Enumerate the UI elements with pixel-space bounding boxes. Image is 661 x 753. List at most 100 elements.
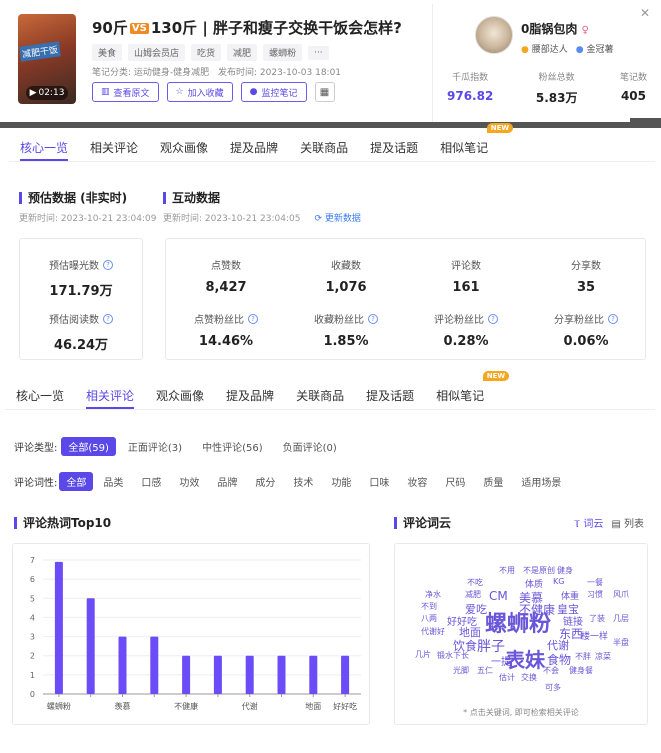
cloud-word[interactable]: 几片 [415,649,431,660]
tab-topics[interactable]: 提及话题 [359,133,429,161]
bar[interactable] [150,636,159,694]
bar[interactable] [245,655,254,694]
cloud-word[interactable]: 光脚 [453,665,469,676]
tab-products[interactable]: 关联商品 [289,133,359,161]
bar[interactable] [54,561,63,694]
help-icon[interactable]: ? [488,313,498,324]
cloud-word[interactable]: CM [489,589,508,603]
stat-value: 5.83万 [535,91,578,105]
video-thumbnail[interactable]: 减肥干饭 ▶ 02:13 [18,14,76,104]
cloud-word[interactable]: 不是原创 [523,565,555,576]
word-filter-option[interactable]: 全部 [59,472,94,491]
female-icon: ♀ [581,25,589,36]
tab-audience[interactable]: 观众画像 [145,381,215,409]
bar[interactable] [118,636,127,694]
bar[interactable] [309,655,318,694]
word-filter-option[interactable]: 尺码 [437,474,473,489]
filter-neutral[interactable]: 中性评论(56) [194,439,271,454]
word-filter-option[interactable]: 功能 [323,474,359,489]
bar[interactable] [213,655,222,694]
cloud-word[interactable]: 一餐 [587,577,603,588]
cloud-word[interactable]: 凉菜 [595,651,611,662]
filter-negative[interactable]: 负面评论(0) [275,439,345,454]
cloud-word[interactable]: 交换 [521,672,537,683]
cloud-view-toggle[interactable]: Ⲧ 词云 [574,515,603,530]
title-post: 130斤 | 胖子和瘦子交换干饭会怎样? [150,19,402,37]
help-icon[interactable]: ? [368,313,378,324]
cloud-word[interactable]: 表妹 [505,644,545,673]
word-filter-option[interactable]: 适用场景 [513,474,569,489]
tag[interactable]: 减肥 [227,44,258,61]
cloud-word[interactable]: 代谢好 [421,626,445,637]
cloud-word[interactable]: 减肥 [465,589,481,600]
help-icon[interactable]: ? [608,313,618,324]
tab-audience[interactable]: 观众画像 [149,133,219,161]
tab-comments[interactable]: 相关评论 [75,381,145,409]
cloud-word[interactable]: 半盘 [613,637,629,648]
tag[interactable]: 美食 [92,44,123,61]
monitor-note-button[interactable]: ● 监控笔记 [240,82,307,102]
filter-positive[interactable]: 正面评论(3) [120,439,190,454]
close-icon[interactable]: ✕ [640,6,650,20]
tab-topics[interactable]: 提及话题 [355,381,425,409]
refresh-button[interactable]: ⟳ 更新数据 [314,211,360,224]
bar[interactable] [277,655,286,694]
cloud-word[interactable]: 估计 [499,672,515,683]
tag[interactable]: 吃货 [191,44,222,61]
tab-similar[interactable]: 相似笔记 NEW [425,371,510,409]
cloud-word[interactable]: 了装 [589,613,605,624]
tab-brands[interactable]: 提及品牌 [219,133,289,161]
help-icon[interactable]: ? [248,313,258,324]
tab-core[interactable]: 核心一览 [9,133,79,161]
cloud-word[interactable]: 不到 [421,601,437,612]
cloud-word[interactable]: 五仁 [477,665,493,676]
duration-text: 02:13 [38,88,65,98]
bar[interactable] [182,655,191,694]
bar[interactable] [341,655,350,694]
cloud-word[interactable]: 八两 [421,613,437,624]
word-filter-option[interactable]: 口味 [361,474,397,489]
tag[interactable]: 山姆会员店 [128,44,186,61]
view-original-button[interactable]: ▥ 查看原文 [92,82,159,102]
cloud-word[interactable]: 不会 [543,665,559,676]
tag[interactable]: 螺蛳粉 [263,44,303,61]
cloud-word[interactable]: 不用 [499,565,515,576]
cloud-word[interactable]: 几层 [613,613,629,624]
add-favorite-button[interactable]: ☆ 加入收藏 [166,82,233,102]
cloud-word[interactable]: 螺蛳粉 [485,606,551,638]
cloud-word[interactable]: 净水 [425,589,441,600]
bar[interactable] [86,598,95,694]
cloud-word[interactable]: 健身餐 [569,665,593,676]
word-filter-option[interactable]: 技术 [285,474,321,489]
list-view-toggle[interactable]: ▤ 列表 [611,515,644,530]
tab-core[interactable]: 核心一览 [5,381,75,409]
word-filter-option[interactable]: 品类 [95,474,131,489]
cloud-word[interactable]: 不胖 [575,651,591,662]
cloud-word[interactable]: 可多 [545,682,561,693]
author-name[interactable]: 0脂锅包肉 ♀ [521,20,589,37]
qrcode-button[interactable]: ▦ [314,82,335,102]
word-filter-option[interactable]: 质量 [475,474,511,489]
avatar[interactable] [475,16,513,54]
more-tags[interactable]: ··· [308,45,329,60]
help-icon[interactable]: ? [103,259,113,270]
tab-similar[interactable]: 相似笔记 NEW [429,123,514,161]
cloud-word[interactable]: 风爪 [613,589,629,600]
tab-products[interactable]: 关联商品 [285,381,355,409]
cloud-word[interactable]: 习惯 [587,589,603,600]
word-filter-option[interactable]: 品牌 [209,474,245,489]
word-filter-option[interactable]: 妆容 [399,474,435,489]
author-name-text: 0脂锅包肉 [521,22,578,36]
cloud-word[interactable]: 健身 [557,565,573,576]
word-filter-option[interactable]: 功效 [171,474,207,489]
tab-brands[interactable]: 提及品牌 [215,381,285,409]
word-filter-option[interactable]: 口感 [133,474,169,489]
cloud-word[interactable]: 不吃 [467,577,483,588]
word-filter-option[interactable]: 成分 [247,474,283,489]
filter-all[interactable]: 全部(59) [61,437,116,456]
cloud-word[interactable]: 楼一样 [581,629,608,642]
help-icon[interactable]: ? [103,313,113,324]
tab-comments[interactable]: 相关评论 [79,133,149,161]
cloud-word[interactable]: 锻水下长 [437,650,469,661]
cloud-word[interactable]: KG [553,577,564,586]
